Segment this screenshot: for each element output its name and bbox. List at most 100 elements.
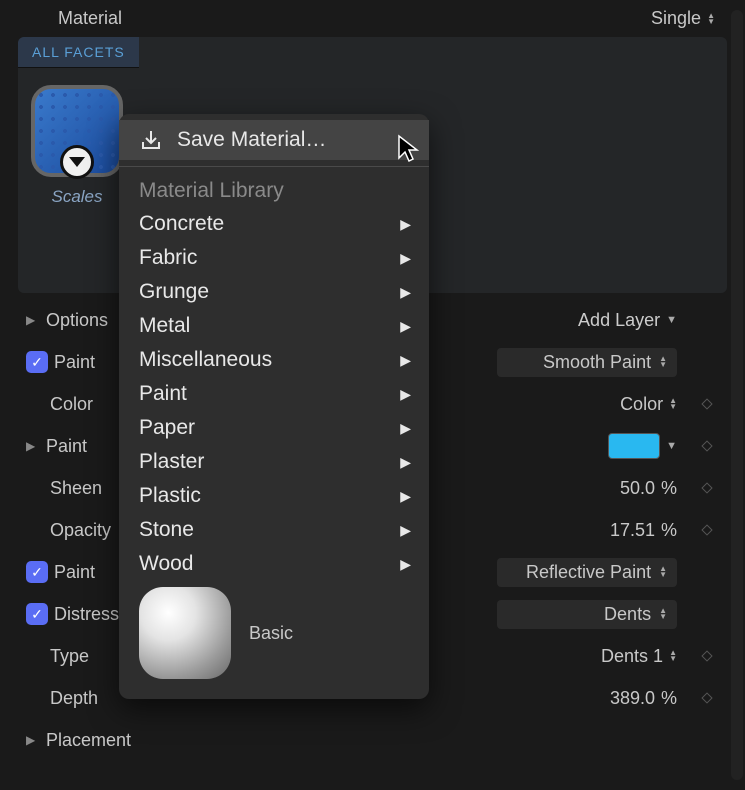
submenu-arrow-icon: ▶ <box>400 386 411 403</box>
sheen-unit: % <box>661 478 677 499</box>
menu-label: Fabric <box>139 246 197 270</box>
submenu-arrow-icon: ▶ <box>400 352 411 369</box>
sheen-value[interactable]: 50.0 <box>620 478 655 499</box>
paint-label: Paint <box>54 352 95 373</box>
disclosure-icon[interactable]: ▶ <box>26 313 40 327</box>
keyframe-diamond[interactable] <box>701 482 712 493</box>
checkbox-distress[interactable]: ✓ <box>26 603 48 625</box>
menu-category-paint[interactable]: Paint ▶ <box>119 377 429 411</box>
type-dropdown[interactable]: Dents 1 ▲▼ <box>601 646 677 667</box>
submenu-arrow-icon: ▶ <box>400 556 411 573</box>
add-layer-label: Add Layer <box>578 310 660 331</box>
distress-label: Distress <box>54 604 119 625</box>
menu-category-metal[interactable]: Metal ▶ <box>119 309 429 343</box>
distress-dropdown[interactable]: Dents ▲▼ <box>497 600 677 629</box>
material-context-menu: Save Material… Material Library Concrete… <box>119 114 429 699</box>
disclosure-icon[interactable]: ▶ <box>26 733 40 747</box>
keyframe-diamond[interactable] <box>701 650 712 661</box>
chevron-down-icon: ▼ <box>666 314 677 326</box>
menu-category-paper[interactable]: Paper ▶ <box>119 411 429 445</box>
material-name: Scales <box>28 187 126 207</box>
section-title: Material <box>58 8 122 29</box>
menu-label: Metal <box>139 314 190 338</box>
options-label: Options <box>46 310 108 331</box>
color-mode-value: Color <box>620 394 663 415</box>
keyframe-diamond[interactable] <box>701 524 712 535</box>
menu-label: Plaster <box>139 450 204 474</box>
cursor-icon <box>397 134 423 164</box>
scrollbar[interactable] <box>731 10 743 780</box>
menu-label: Grunge <box>139 280 209 304</box>
menu-label: Plastic <box>139 484 201 508</box>
menu-label: Paint <box>139 382 187 406</box>
menu-save-label: Save Material… <box>177 128 326 152</box>
updown-icon: ▲▼ <box>669 650 677 662</box>
material-mode-dropdown[interactable]: Single ▲▼ <box>651 8 715 29</box>
color-label: Color <box>50 394 93 415</box>
updown-icon: ▲▼ <box>659 566 667 578</box>
color-mode-dropdown[interactable]: Color ▲▼ <box>620 394 677 415</box>
disclosure-icon[interactable]: ▶ <box>26 439 40 453</box>
submenu-arrow-icon: ▶ <box>400 488 411 505</box>
keyframe-diamond[interactable] <box>701 398 712 409</box>
menu-category-plaster[interactable]: Plaster ▶ <box>119 445 429 479</box>
paint2-type-value: Reflective Paint <box>526 562 651 583</box>
menu-basic-item[interactable]: Basic <box>119 581 429 685</box>
chevron-down-icon[interactable]: ▼ <box>666 440 677 452</box>
menu-separator <box>119 166 429 167</box>
submenu-arrow-icon: ▶ <box>400 420 411 437</box>
facets-tab[interactable]: ALL FACETS <box>18 37 139 68</box>
menu-category-wood[interactable]: Wood ▶ <box>119 547 429 581</box>
submenu-arrow-icon: ▶ <box>400 216 411 233</box>
paint2-type-dropdown[interactable]: Reflective Paint ▲▼ <box>497 558 677 587</box>
paint-color-label: Paint <box>46 436 87 457</box>
material-mode-value: Single <box>651 8 701 29</box>
type-label: Type <box>50 646 89 667</box>
distress-value: Dents <box>604 604 651 625</box>
menu-library-header: Material Library <box>119 173 429 207</box>
submenu-arrow-icon: ▶ <box>400 318 411 335</box>
menu-category-fabric[interactable]: Fabric ▶ <box>119 241 429 275</box>
basic-material-preview <box>139 587 231 679</box>
checkbox-paint[interactable]: ✓ <box>26 351 48 373</box>
material-action-button[interactable] <box>60 145 94 179</box>
menu-category-plastic[interactable]: Plastic ▶ <box>119 479 429 513</box>
opacity-value[interactable]: 17.51 <box>610 520 655 541</box>
material-thumbnail[interactable]: Scales <box>28 85 126 207</box>
menu-save-material[interactable]: Save Material… <box>119 120 429 160</box>
add-layer-button[interactable]: Add Layer ▼ <box>578 310 677 331</box>
updown-icon: ▲▼ <box>659 608 667 620</box>
paint-type-dropdown[interactable]: Smooth Paint ▲▼ <box>497 348 677 377</box>
opacity-label: Opacity <box>50 520 111 541</box>
menu-label: Miscellaneous <box>139 348 272 372</box>
opacity-unit: % <box>661 520 677 541</box>
menu-label: Wood <box>139 552 193 576</box>
updown-icon: ▲▼ <box>659 356 667 368</box>
submenu-arrow-icon: ▶ <box>400 284 411 301</box>
depth-unit: % <box>661 688 677 709</box>
sheen-label: Sheen <box>50 478 102 499</box>
depth-label: Depth <box>50 688 98 709</box>
updown-icon: ▲▼ <box>669 398 677 410</box>
save-icon <box>139 128 163 152</box>
checkbox-paint2[interactable]: ✓ <box>26 561 48 583</box>
depth-value[interactable]: 389.0 <box>610 688 655 709</box>
menu-category-concrete[interactable]: Concrete ▶ <box>119 207 429 241</box>
menu-category-miscellaneous[interactable]: Miscellaneous ▶ <box>119 343 429 377</box>
keyframe-diamond[interactable] <box>701 692 712 703</box>
menu-label: Paper <box>139 416 195 440</box>
submenu-arrow-icon: ▶ <box>400 522 411 539</box>
color-swatch[interactable] <box>608 433 660 459</box>
menu-category-grunge[interactable]: Grunge ▶ <box>119 275 429 309</box>
placement-label: Placement <box>46 730 131 751</box>
submenu-arrow-icon: ▶ <box>400 250 411 267</box>
submenu-arrow-icon: ▶ <box>400 454 411 471</box>
material-preview <box>31 85 123 177</box>
menu-label: Stone <box>139 518 194 542</box>
type-value: Dents 1 <box>601 646 663 667</box>
menu-category-stone[interactable]: Stone ▶ <box>119 513 429 547</box>
basic-label: Basic <box>249 623 293 644</box>
menu-label: Concrete <box>139 212 224 236</box>
keyframe-diamond[interactable] <box>701 440 712 451</box>
paint2-label: Paint <box>54 562 95 583</box>
